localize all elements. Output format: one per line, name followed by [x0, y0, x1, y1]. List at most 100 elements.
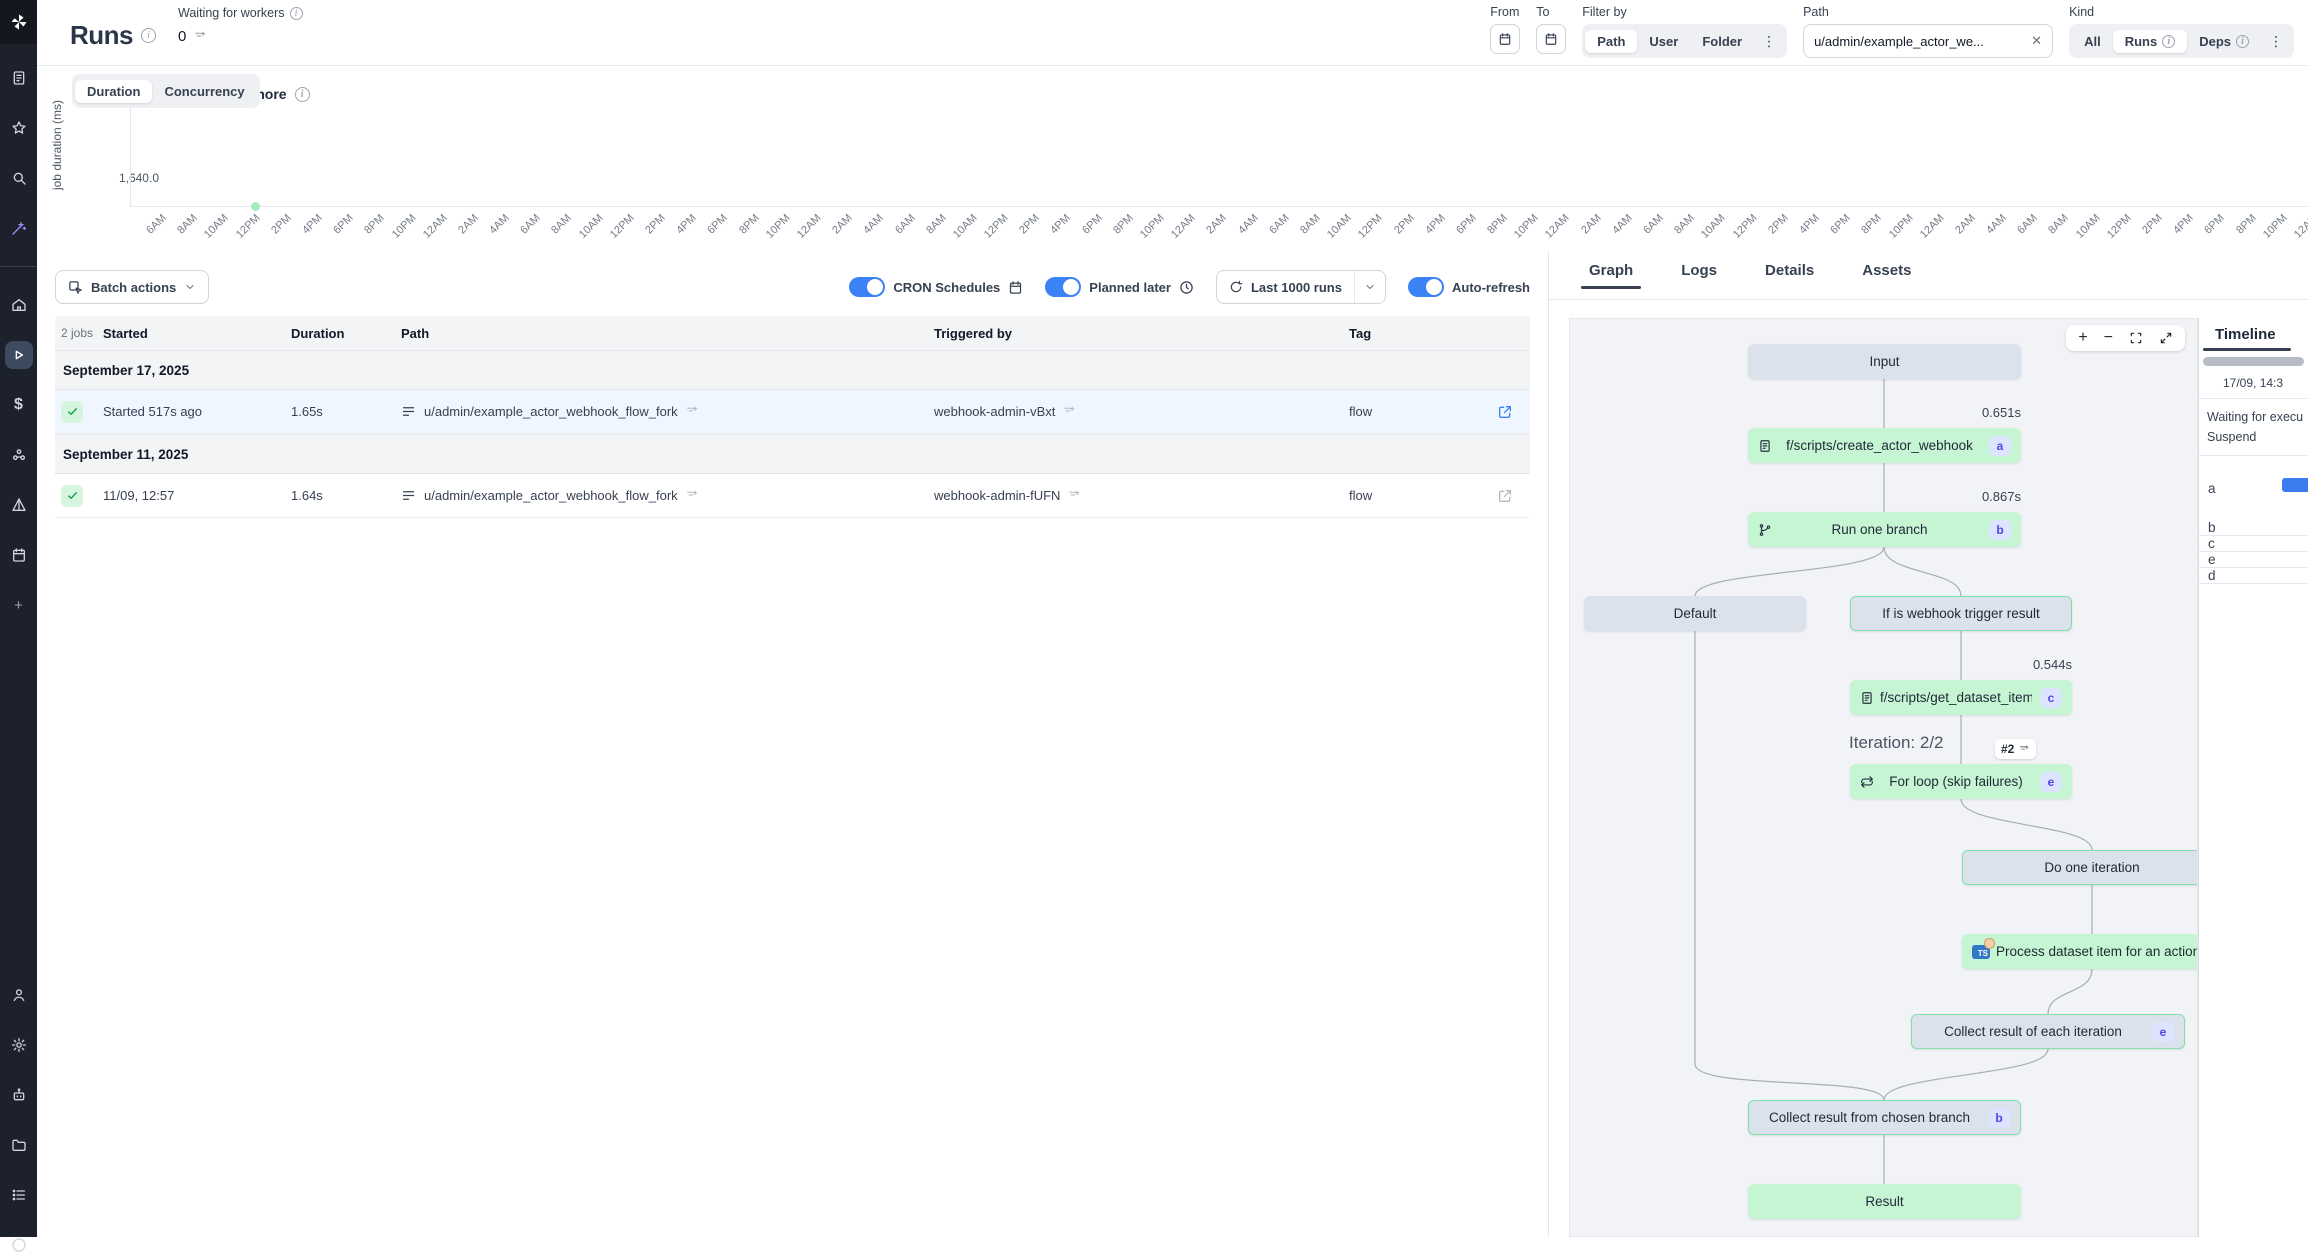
iteration-selector[interactable]: #2	[1995, 739, 2036, 759]
timeline-row[interactable]: a	[2199, 456, 2308, 520]
kind-all-tab[interactable]: All	[2072, 30, 2113, 53]
flow-node-collect-branch[interactable]: Collect result from chosen branch b	[1748, 1100, 2021, 1135]
runs-nav-icon[interactable]	[5, 341, 33, 369]
flow-node-collect-each[interactable]: Collect result of each iteration e	[1911, 1014, 2185, 1049]
search-icon[interactable]	[5, 164, 33, 192]
x-tick-label: 12AM	[1542, 212, 1574, 244]
tab-assets[interactable]: Assets	[1860, 258, 1913, 289]
run-row[interactable]: Started 517s ago 1.65s u/admin/example_a…	[55, 390, 1530, 434]
fit-view-icon[interactable]	[2129, 331, 2143, 345]
timeline-scrollbar[interactable]	[2203, 357, 2304, 366]
user-icon[interactable]	[5, 981, 33, 1009]
planned-later-switch[interactable]	[1045, 277, 1081, 297]
col-path[interactable]: Path	[401, 326, 934, 341]
filter-add-icon[interactable]	[686, 405, 699, 418]
to-field: To	[1536, 5, 1566, 54]
x-tick-label: 4AM	[1604, 212, 1636, 244]
planned-later-label: Planned later	[1089, 280, 1171, 295]
waiting-info-icon[interactable]: i	[290, 7, 303, 20]
filter-folder-tab[interactable]: Folder	[1690, 30, 1754, 53]
x-tick-label: 6PM	[325, 212, 357, 244]
flow-node-if-branch[interactable]: If is webhook trigger result	[1850, 596, 2072, 631]
flow-node-run-one-branch[interactable]: Run one branch b	[1748, 512, 2021, 547]
job-duration-point[interactable]	[251, 202, 260, 211]
cron-schedules-switch[interactable]	[849, 277, 885, 297]
home-icon[interactable]	[5, 291, 33, 319]
timeline-bar[interactable]	[2282, 478, 2308, 492]
scripts-icon[interactable]	[5, 64, 33, 92]
favorites-star-icon[interactable]	[5, 114, 33, 142]
groups-icon[interactable]	[5, 441, 33, 469]
run-path-link[interactable]: u/admin/example_actor_webhook_flow_fork	[424, 488, 678, 503]
col-tag[interactable]: Tag	[1349, 326, 1497, 341]
timeline-title[interactable]: Timeline	[2199, 318, 2291, 351]
from-date-button[interactable]	[1490, 24, 1520, 54]
node-label: Do one iteration	[1973, 860, 2198, 875]
audit-pyramid-icon[interactable]	[5, 491, 33, 519]
filter-add-icon[interactable]	[1063, 405, 1076, 418]
clear-path-icon[interactable]: ✕	[2031, 33, 2042, 49]
windmill-logo-icon[interactable]	[0, 0, 37, 44]
auto-refresh-switch[interactable]	[1408, 277, 1444, 297]
ai-wand-icon[interactable]	[5, 214, 33, 242]
select-chevron-icon[interactable]	[1354, 271, 1385, 303]
filter-add-icon[interactable]	[194, 30, 207, 43]
open-run-icon[interactable]	[1497, 404, 1530, 420]
resources-list-icon[interactable]	[5, 1181, 33, 1209]
x-tick-label: 10PM	[388, 212, 420, 244]
run-started: Started 517s ago	[103, 404, 291, 419]
flow-node-input[interactable]: Input	[1748, 344, 2021, 379]
settings-gear-icon[interactable]	[5, 1031, 33, 1059]
flow-graph-canvas[interactable]: + −	[1569, 318, 2198, 1237]
flow-node-get-dataset-items[interactable]: f/scripts/get_dataset_items c	[1850, 680, 2072, 715]
x-tick-label: 12PM	[232, 212, 264, 244]
open-run-icon[interactable]	[1497, 488, 1530, 504]
cron-schedules-toggle[interactable]: CRON Schedules	[849, 277, 1023, 297]
timeline-row[interactable]: c	[2199, 536, 2308, 552]
auto-refresh-toggle[interactable]: Auto-refresh	[1408, 277, 1530, 297]
run-row[interactable]: 11/09, 12:57 1.64s u/admin/example_actor…	[55, 474, 1530, 518]
runs-info-icon[interactable]: i	[141, 28, 156, 43]
folders-icon[interactable]	[5, 1131, 33, 1159]
workers-robot-icon[interactable]	[5, 1081, 33, 1109]
to-date-button[interactable]	[1536, 24, 1566, 54]
filter-user-tab[interactable]: User	[1637, 30, 1690, 53]
filter-add-icon[interactable]	[1068, 489, 1081, 502]
tab-logs[interactable]: Logs	[1679, 258, 1719, 289]
flow-node-default-branch[interactable]: Default	[1584, 596, 1806, 631]
zoom-in-icon[interactable]: +	[2078, 331, 2087, 345]
filter-kebab-icon[interactable]: ⋮	[1754, 33, 1784, 50]
batch-actions-button[interactable]: Batch actions	[55, 270, 209, 304]
timeline-row[interactable]: d	[2199, 568, 2308, 584]
flow-node-process-item[interactable]: TS Process dataset item for an action	[1962, 934, 2198, 969]
kind-deps-tab[interactable]: Depsi	[2187, 30, 2261, 53]
tab-concurrency[interactable]: Concurrency	[152, 80, 256, 103]
flow-node-create-webhook[interactable]: f/scripts/create_actor_webhook a	[1748, 428, 2021, 463]
tab-graph[interactable]: Graph	[1587, 258, 1635, 289]
flow-node-result[interactable]: Result	[1748, 1184, 2021, 1219]
schedules-calendar-icon[interactable]	[5, 541, 33, 569]
col-started[interactable]: Started	[103, 326, 291, 341]
last-runs-select[interactable]: Last 1000 runs	[1216, 270, 1386, 304]
kind-runs-tab[interactable]: Runsi	[2113, 30, 2188, 53]
timeline-row[interactable]: e	[2199, 552, 2308, 568]
zoom-out-icon[interactable]: −	[2104, 331, 2113, 345]
dollar-icon[interactable]: $	[5, 391, 33, 419]
flow-node-for-loop[interactable]: For loop (skip failures) e	[1850, 764, 2072, 799]
load-more-info-icon[interactable]: i	[295, 87, 310, 102]
tab-duration[interactable]: Duration	[75, 80, 152, 103]
planned-later-toggle[interactable]: Planned later	[1045, 277, 1194, 297]
filter-add-icon[interactable]	[686, 489, 699, 502]
run-path-link[interactable]: u/admin/example_actor_webhook_flow_fork	[424, 404, 678, 419]
add-new-icon[interactable]: +	[5, 591, 33, 619]
filter-path-tab[interactable]: Path	[1585, 30, 1637, 53]
kind-kebab-icon[interactable]: ⋮	[2261, 33, 2291, 50]
path-input[interactable]	[1814, 34, 2023, 49]
timeline-row[interactable]: b	[2199, 520, 2308, 536]
flow-node-do-one-iteration[interactable]: Do one iteration	[1962, 850, 2198, 885]
tab-details[interactable]: Details	[1763, 258, 1816, 289]
col-duration[interactable]: Duration	[291, 326, 401, 341]
expand-icon[interactable]	[2159, 331, 2173, 345]
col-triggered-by[interactable]: Triggered by	[934, 326, 1349, 341]
help-circle-icon[interactable]	[5, 1231, 33, 1259]
